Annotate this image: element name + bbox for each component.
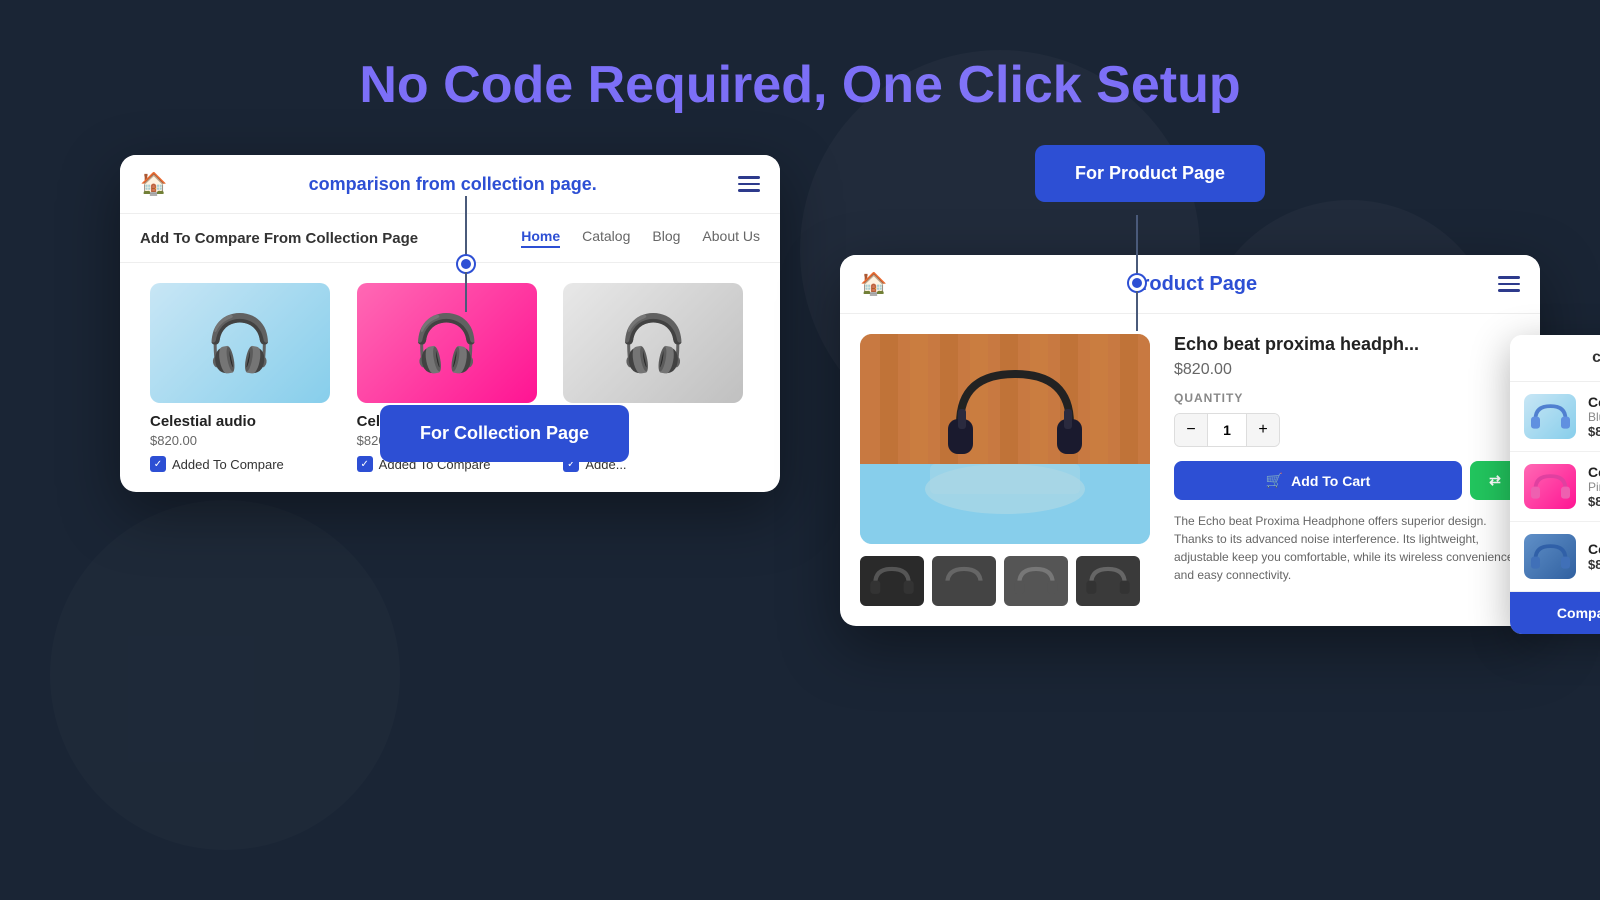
headphone-icon-2: 🎧 [412, 311, 480, 376]
thumbnail-4[interactable] [1076, 556, 1140, 606]
product-info-price: $820.00 [1174, 361, 1520, 379]
quantity-increase-button[interactable]: + [1247, 414, 1279, 446]
compare-checkbox-1[interactable]: ✓ [150, 456, 166, 472]
compare-widget-title: comparison widget [1592, 349, 1600, 367]
compare-widget: comparison widget Celestial audio Blue /… [1510, 335, 1600, 634]
quantity-label: QUANTITY [1174, 391, 1520, 405]
quantity-control: − 1 + [1174, 413, 1280, 447]
left-section: 🏠 comparison from collection page. Add T… [120, 155, 780, 492]
connector-right-line-bottom [1136, 291, 1138, 331]
collection-nav: Add To Compare From Collection Page Home… [120, 214, 780, 263]
product-main-image [860, 334, 1150, 544]
nav-link-home[interactable]: Home [521, 228, 560, 248]
widget-footer: Compare Remove All [1510, 592, 1600, 634]
page-title: No Code Required, One Click Setup [0, 55, 1600, 115]
product-menu-icon [1498, 276, 1520, 292]
home-icon: 🏠 [140, 171, 167, 197]
product-buttons-row: 🛒 Add To Cart ⇄ [1174, 461, 1520, 500]
connector-right-dot [1129, 275, 1145, 291]
connector-line-bottom [465, 272, 467, 312]
product-window-header: 🏠 Product Page [840, 255, 1540, 314]
widget-item-price-2: $820.00 [1588, 494, 1600, 509]
compare-arrows-icon: ⇄ [1489, 472, 1501, 489]
menu-icon [738, 176, 760, 192]
nav-links: Home Catalog Blog About Us [521, 228, 760, 248]
product-home-icon: 🏠 [860, 271, 887, 297]
headphone-icon-1: 🎧 [206, 311, 274, 376]
thumbnail-3[interactable] [1004, 556, 1068, 606]
headphone-icon-3: 🎧 [619, 311, 687, 376]
product-main: Echo beat proxima headph... $820.00 QUAN… [840, 314, 1540, 626]
product-price-1: $820.00 [150, 433, 337, 448]
widget-item-1: Celestial audio Blue / Wireless $820.00 … [1510, 382, 1600, 452]
widget-item-3: Celestial audio $820.00 ✕ [1510, 522, 1600, 592]
product-scene-svg [860, 334, 1150, 544]
product-thumbnails [860, 556, 1150, 606]
widget-item-name-1: Celestial audio [1588, 394, 1600, 410]
for-collection-page-button[interactable]: For Collection Page [380, 405, 629, 462]
page-header: No Code Required, One Click Setup [0, 0, 1600, 155]
widget-item-name-3: Celestial audio [1588, 541, 1600, 557]
nav-link-about[interactable]: About Us [702, 228, 760, 248]
product-image-1: 🎧 [150, 283, 330, 403]
main-content: 🏠 comparison from collection page. Add T… [0, 155, 1600, 835]
compare-label-1: Added To Compare [172, 457, 284, 472]
compare-widget-header: comparison widget [1510, 335, 1600, 382]
product-card-1: 🎧 Celestial audio $820.00 ✓ Added To Com… [140, 283, 347, 472]
connector-right [1129, 215, 1145, 331]
product-window: 🏠 Product Page [840, 255, 1540, 626]
for-product-page-button[interactable]: For Product Page [1035, 145, 1265, 202]
connector-line-top [465, 196, 467, 256]
product-name-1: Celestial audio [150, 413, 337, 430]
widget-item-image-2 [1524, 464, 1576, 509]
quantity-value: 1 [1207, 414, 1247, 446]
connector-dot [458, 256, 474, 272]
widget-item-image-1 [1524, 394, 1576, 439]
widget-item-name-2: Celestial audio [1588, 464, 1600, 480]
widget-item-info-3: Celestial audio $820.00 [1588, 541, 1600, 572]
product-info-name: Echo beat proxima headph... [1174, 334, 1520, 355]
product-window-title: Product Page [1128, 273, 1257, 296]
nav-link-catalog[interactable]: Catalog [582, 228, 630, 248]
product-info: Echo beat proxima headph... $820.00 QUAN… [1174, 334, 1520, 606]
widget-item-variant-2: Pink / Wireless [1588, 480, 1600, 494]
product-image-2: 🎧 [357, 283, 537, 403]
product-images-section [860, 334, 1150, 606]
product-compare-1: ✓ Added To Compare [150, 456, 337, 472]
thumbnail-1[interactable] [860, 556, 924, 606]
widget-item-variant-1: Blue / Wireless [1588, 410, 1600, 424]
cart-icon: 🛒 [1266, 472, 1283, 489]
connector-left [458, 196, 474, 312]
widget-item-price-3: $820.00 [1588, 557, 1600, 572]
right-section: For Product Page 🏠 Product Page [840, 155, 1540, 626]
widget-item-image-3 [1524, 534, 1576, 579]
compare-checkbox-2[interactable]: ✓ [357, 456, 373, 472]
collection-nav-title: Add To Compare From Collection Page [140, 230, 491, 247]
thumbnail-2[interactable] [932, 556, 996, 606]
product-image-3: 🎧 [563, 283, 743, 403]
add-to-cart-button[interactable]: 🛒 Add To Cart [1174, 461, 1462, 500]
quantity-decrease-button[interactable]: − [1175, 414, 1207, 446]
widget-item-info-1: Celestial audio Blue / Wireless $820.00 [1588, 394, 1600, 439]
widget-item-2: Celestial audio Pink / Wireless $820.00 … [1510, 452, 1600, 522]
widget-item-price-1: $820.00 [1588, 424, 1600, 439]
product-main-img-inner [860, 334, 1150, 544]
collection-window-header: 🏠 comparison from collection page. [120, 155, 780, 214]
widget-item-info-2: Celestial audio Pink / Wireless $820.00 [1588, 464, 1600, 509]
connector-right-line-top [1136, 215, 1138, 275]
collection-window-title: comparison from collection page. [309, 174, 597, 195]
product-description: The Echo beat Proxima Headphone offers s… [1174, 512, 1520, 584]
widget-compare-button[interactable]: Compare [1510, 592, 1600, 634]
nav-link-blog[interactable]: Blog [652, 228, 680, 248]
